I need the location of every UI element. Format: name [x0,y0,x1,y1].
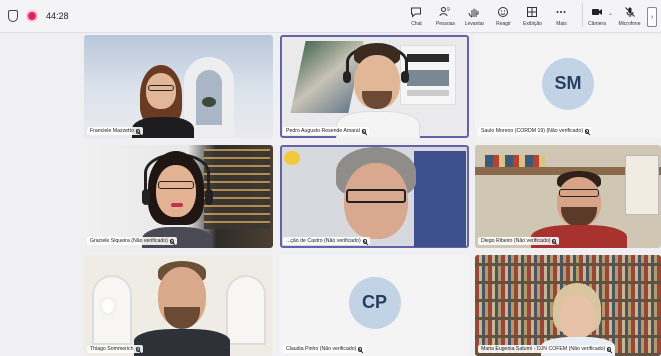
participant-name: ...ção de Castro (Não verificado) [286,238,361,244]
glasses [346,189,406,203]
microphone-button[interactable]: Microfone [615,3,644,27]
mic-muted-icon [607,346,612,352]
participant-name: Thiago Sommerich [90,346,134,352]
camera-icon [591,9,602,15]
camera-label: Câmera [588,21,606,27]
react-icon [498,7,509,17]
more-label: Mais [556,21,567,27]
react-label: Reagir [496,21,511,27]
view-label: Exibição [523,21,542,27]
mic-muted-icon [169,238,174,244]
participant-grid: Franciele Mazzetto Pedro Augusto Resende… [83,34,661,356]
meeting-timer: 44:28 [46,11,69,21]
react-button[interactable]: Reagir [489,3,518,27]
bonsai-tree [202,97,216,107]
chat-icon [411,7,422,18]
participant-name: Maria Eugenia Saturni - DJN COFEM (Não v… [481,346,606,352]
participant-name-tag: Diego Ribeiro (Não verificado) [478,237,560,245]
background-arch [226,275,266,345]
camera-options-chevron-icon[interactable]: ⌄ [608,10,613,17]
video-tile-franciele[interactable]: Franciele Mazzetto [84,35,273,138]
microphone-label: Microfone [618,21,641,27]
meeting-toolbar: 44:28 Chat 9 Pessoas Levantar Reagir Exi… [0,0,661,33]
shirt [134,329,230,356]
video-tile-maria[interactable]: Maria Eugenia Saturni - DJN COFEM (Não v… [475,255,661,356]
video-tile-saulo[interactable]: SM Saulo Moreno (CORDM 19) (Não verifica… [475,35,661,138]
face [146,73,176,109]
people-icon: 9 [439,7,450,17]
avatar: CP [348,276,401,329]
avatar: SM [542,57,594,110]
lamp [102,299,114,313]
face [559,295,595,339]
beard [164,307,200,329]
lips [171,203,183,207]
camera-button[interactable]: Câmera [581,3,611,27]
video-tile-pedro[interactable]: Pedro Augusto Resende Amaral [280,35,469,138]
chat-button[interactable]: Chat [402,3,431,27]
view-button[interactable]: Exibição [518,3,547,27]
leave-call-button[interactable]: › [647,7,657,27]
participant-name: Graciele Siqueira (Não verificado) [90,238,168,244]
participant-name: Saulo Moreno (CORDM 19) (Não verificado) [481,128,584,134]
mic-muted-icon [585,128,590,134]
glasses [158,181,194,189]
people-button[interactable]: 9 Pessoas [431,3,460,27]
face [156,165,196,217]
headset-ear-left [142,189,150,205]
raise-hand-button[interactable]: Levantar [460,3,489,27]
shield-icon [8,10,18,22]
view-icon [527,7,538,17]
headset-ear-right [401,71,409,83]
mic-muted-icon [135,128,140,134]
participant-name-tag: Claudia Pinho (Não verificado) [283,345,366,353]
video-tile-castro[interactable]: ...ção de Castro (Não verificado) [280,145,469,248]
chat-label: Chat [411,21,422,27]
participant-name-tag: Graciele Siqueira (Não verificado) [87,237,177,245]
background-door [625,155,659,215]
video-tile-graciele[interactable]: Graciele Siqueira (Não verificado) [84,145,273,248]
people-count: 9 [447,7,450,13]
participant-name: Pedro Augusto Resende Amaral [286,128,360,134]
participant-name: Diego Ribeiro (Não verificado) [481,238,551,244]
mic-muted-icon [552,238,557,244]
participant-name-tag: Maria Eugenia Saturni - DJN COFEM (Não v… [478,345,615,353]
raise-hand-label: Levantar [464,21,485,27]
participant-name-tag: Thiago Sommerich [87,345,143,353]
headset-ear-right [205,189,213,205]
mic-muted-icon [135,346,140,352]
headset-ear-left [343,71,351,83]
video-tile-diego[interactable]: Diego Ribeiro (Não verificado) [475,145,661,248]
shelf-items [485,155,545,167]
people-label: Pessoas [435,21,456,27]
video-tile-thiago[interactable]: Thiago Sommerich [84,255,273,356]
more-button[interactable]: Mais [547,3,576,27]
participant-name-tag: ...ção de Castro (Não verificado) [283,237,370,245]
participant-name-tag: Pedro Augusto Resende Amaral [283,127,369,135]
more-icon [556,11,566,13]
mic-muted-icon [361,128,366,134]
raised-hand-icon [284,151,300,165]
recording-indicator-icon [28,12,36,20]
background-shelf [414,151,466,247]
microphone-muted-icon [624,7,635,17]
glasses [559,189,599,197]
participant-name: Claudia Pinho (Não verificado) [286,346,357,352]
participant-name-tag: Saulo Moreno (CORDM 19) (Não verificado) [478,127,593,135]
background-building [204,149,270,229]
mic-muted-icon [362,238,367,244]
participant-name-tag: Franciele Mazzetto [87,127,143,135]
mic-muted-icon [358,346,363,352]
video-tile-claudia[interactable]: CP Claudia Pinho (Não verificado) [280,255,469,356]
glasses [148,85,174,91]
participant-name: Franciele Mazzetto [90,128,134,134]
raise-hand-icon [468,8,479,18]
